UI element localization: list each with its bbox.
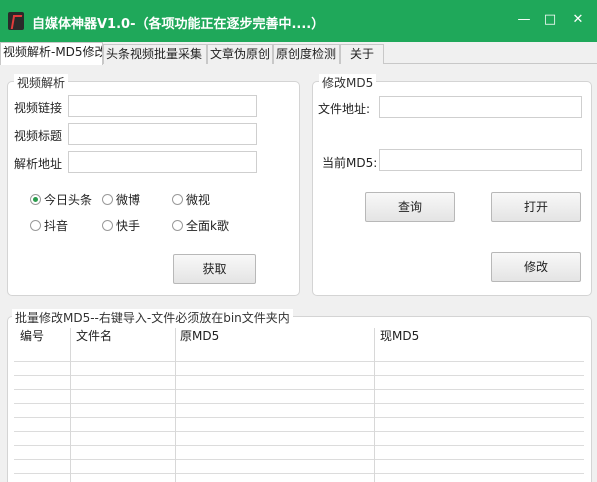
radio-icon — [172, 220, 183, 231]
radio-label: 快手 — [116, 219, 141, 233]
radio-label: 微视 — [186, 193, 211, 207]
file-address-label: 文件地址: — [318, 102, 371, 116]
batch-table-body[interactable] — [14, 348, 584, 482]
modify-button[interactable]: 修改 — [491, 252, 581, 282]
parse-address-input[interactable] — [68, 151, 257, 173]
radio-weishi[interactable]: 微视 — [172, 191, 210, 208]
col-header-original-md5[interactable]: 原MD5 — [180, 328, 219, 344]
radio-douyin[interactable]: 抖音 — [30, 217, 68, 234]
radio-icon — [102, 194, 113, 205]
tab-article-rewrite[interactable]: 文章伪原创 — [207, 44, 273, 64]
radio-quanmin-kge[interactable]: 全面k歌 — [172, 217, 229, 234]
batch-md5-title: 批量修改MD5--右键导入-文件必须放在bin文件夹内 — [12, 309, 293, 326]
col-header-current-md5[interactable]: 现MD5 — [380, 328, 419, 344]
minimize-button[interactable]: — — [512, 10, 536, 30]
video-parse-title: 视频解析 — [14, 74, 69, 91]
maximize-button[interactable]: □ — [538, 10, 562, 30]
title-bar: 自媒体神器V1.0-（各项功能正在逐步完善中....） — □ ✕ — [0, 0, 597, 42]
radio-checked-icon — [30, 194, 41, 205]
radio-weibo[interactable]: 微博 — [102, 191, 140, 208]
radio-label: 今日头条 — [44, 193, 93, 207]
video-link-label: 视频链接 — [14, 101, 63, 115]
fetch-button[interactable]: 获取 — [173, 254, 256, 284]
video-title-input[interactable] — [68, 123, 257, 145]
radio-label: 全面k歌 — [186, 219, 229, 233]
current-md5-input[interactable] — [379, 149, 582, 171]
modify-md5-title: 修改MD5 — [319, 74, 377, 91]
col-header-filename[interactable]: 文件名 — [76, 328, 112, 344]
video-title-label: 视频标题 — [14, 129, 63, 143]
radio-toutiao[interactable]: 今日头条 — [30, 191, 92, 208]
column-divider — [70, 328, 71, 482]
open-button[interactable]: 打开 — [491, 192, 581, 222]
radio-label: 抖音 — [44, 219, 69, 233]
modify-md5-group: 修改MD5 文件地址: 当前MD5: 查询 打开 修改 — [312, 74, 592, 296]
app-logo-icon — [8, 12, 24, 30]
parse-address-label: 解析地址 — [14, 157, 63, 171]
column-divider — [175, 328, 176, 482]
radio-label: 微博 — [116, 193, 141, 207]
current-md5-label: 当前MD5: — [322, 156, 378, 170]
tab-originality-check[interactable]: 原创度检测 — [273, 44, 340, 64]
radio-icon — [102, 220, 113, 231]
video-link-input[interactable] — [68, 95, 257, 117]
tab-video-parse-md5[interactable]: 视频解析-MD5修改 — [0, 42, 103, 65]
col-header-number[interactable]: 编号 — [20, 328, 44, 344]
close-button[interactable]: ✕ — [566, 10, 590, 30]
file-address-input[interactable] — [379, 96, 582, 118]
query-button[interactable]: 查询 — [365, 192, 455, 222]
radio-icon — [30, 220, 41, 231]
tab-toutiao-batch[interactable]: 头条视频批量采集 — [103, 44, 207, 64]
tab-about[interactable]: 关于 — [340, 44, 384, 64]
radio-icon — [172, 194, 183, 205]
tab-bar: 视频解析-MD5修改 头条视频批量采集 文章伪原创 原创度检测 关于 — [0, 42, 597, 65]
video-parse-group: 视频解析 视频链接 视频标题 解析地址 今日头条 微博 微视 抖音 快手 全面k… — [7, 74, 300, 296]
column-divider — [374, 328, 375, 482]
radio-kuaishou[interactable]: 快手 — [102, 217, 140, 234]
batch-table-header: 编号 文件名 原MD5 现MD5 — [14, 328, 584, 348]
window-title: 自媒体神器V1.0-（各项功能正在逐步完善中....） — [32, 17, 325, 32]
